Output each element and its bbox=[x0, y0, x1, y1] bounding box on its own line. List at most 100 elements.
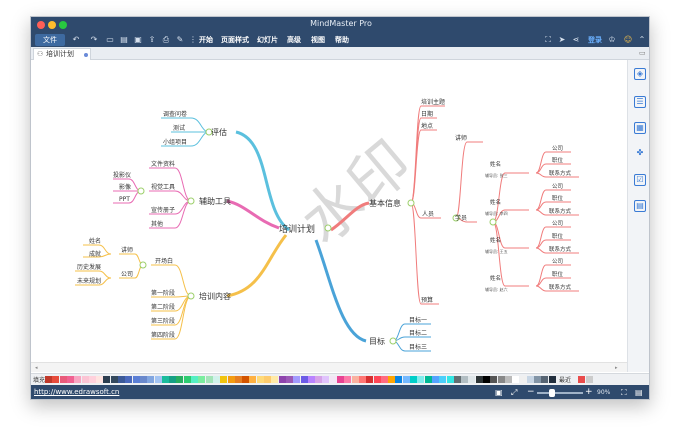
color-swatch[interactable] bbox=[183, 376, 191, 383]
color-swatch[interactable] bbox=[402, 376, 410, 383]
undo-icon[interactable]: ↶ bbox=[71, 35, 81, 45]
fit-width-icon[interactable]: ⤢ bbox=[511, 388, 517, 398]
color-swatch[interactable] bbox=[446, 376, 454, 383]
horizontal-scrollbar[interactable]: ◂ ▸ bbox=[31, 362, 627, 372]
subtopic[interactable]: 文件资料 bbox=[151, 160, 175, 168]
zoom-in-icon[interactable]: + bbox=[585, 387, 593, 397]
color-swatch[interactable] bbox=[483, 376, 490, 383]
color-swatch[interactable] bbox=[169, 376, 177, 383]
color-swatch[interactable] bbox=[103, 376, 111, 383]
clipart-icon[interactable]: ✤ bbox=[634, 148, 646, 160]
color-swatch[interactable] bbox=[388, 376, 396, 383]
color-swatch[interactable] bbox=[293, 376, 301, 383]
color-swatch[interactable] bbox=[176, 376, 184, 383]
new-file-icon[interactable]: ▭ bbox=[105, 35, 115, 45]
tab-menu-icon[interactable]: ▭ bbox=[639, 49, 646, 57]
subtopic[interactable]: 第四阶段 bbox=[151, 331, 175, 339]
color-swatch[interactable] bbox=[358, 376, 366, 383]
color-swatch[interactable] bbox=[256, 376, 264, 383]
color-swatch[interactable] bbox=[285, 376, 293, 383]
student-field[interactable]: 公司 bbox=[552, 145, 563, 152]
student-name[interactable]: 姓名 bbox=[490, 274, 501, 282]
recent-swatch[interactable] bbox=[586, 376, 593, 383]
subtopic[interactable]: 日期 bbox=[421, 110, 433, 118]
color-swatch[interactable] bbox=[468, 376, 476, 383]
zoom-out-icon[interactable]: − bbox=[527, 387, 535, 397]
topic-basic[interactable]: 基本信息 bbox=[369, 198, 401, 208]
format-icon[interactable]: ◈ bbox=[634, 68, 646, 80]
subtopic[interactable]: 其他 bbox=[151, 220, 163, 228]
subtopic[interactable]: 第二阶段 bbox=[151, 303, 175, 311]
color-swatch[interactable] bbox=[453, 376, 461, 383]
color-swatch[interactable] bbox=[417, 376, 425, 383]
topic-content[interactable]: 培训内容 bbox=[199, 291, 231, 301]
color-swatch[interactable] bbox=[81, 376, 89, 383]
color-swatch[interactable] bbox=[278, 376, 286, 383]
collapse-dot-icon[interactable] bbox=[139, 261, 147, 269]
student-field[interactable]: 职位 bbox=[552, 270, 564, 278]
subtopic[interactable]: 成就 bbox=[89, 250, 101, 258]
subtopic[interactable]: 调查问卷 bbox=[163, 110, 187, 118]
menu-view[interactable]: 视图 bbox=[311, 35, 325, 45]
subtopic[interactable]: 讲师 bbox=[121, 246, 133, 254]
collapse-dot-icon[interactable] bbox=[489, 218, 497, 226]
student-field[interactable]: 职位 bbox=[552, 156, 564, 164]
collapse-dot-icon[interactable] bbox=[407, 199, 415, 207]
color-swatch[interactable] bbox=[366, 376, 374, 383]
presentation-icon[interactable]: ▤ bbox=[635, 388, 643, 397]
outline-icon[interactable]: ☰ bbox=[634, 96, 646, 108]
subtopic[interactable]: 第三阶段 bbox=[151, 317, 175, 325]
website-link[interactable]: http://www.edrawsoft.cn bbox=[34, 388, 119, 396]
subtopic[interactable]: 目标二 bbox=[409, 329, 427, 337]
color-swatch[interactable] bbox=[249, 376, 257, 383]
color-swatch[interactable] bbox=[118, 376, 125, 383]
zoom-slider[interactable] bbox=[537, 389, 583, 397]
color-swatch[interactable] bbox=[337, 376, 344, 383]
subtopic[interactable]: 讲师 bbox=[455, 134, 467, 142]
color-swatch[interactable] bbox=[205, 376, 213, 383]
subtopic[interactable]: PPT bbox=[119, 196, 130, 203]
subtopic[interactable]: 影像 bbox=[119, 183, 131, 191]
menu-slides[interactable]: 幻灯片 bbox=[257, 35, 278, 45]
mindmap-canvas[interactable]: 水印 培训计划 评估 辅助工具 培训内容 基本信息 目标 调查问卷 测试 小组项… bbox=[31, 60, 627, 372]
color-swatch[interactable] bbox=[88, 376, 96, 383]
color-swatch[interactable] bbox=[264, 376, 271, 383]
shirt-icon[interactable]: ♔ bbox=[607, 35, 617, 45]
send-icon[interactable]: ➤ bbox=[557, 35, 567, 45]
color-swatch[interactable] bbox=[45, 376, 52, 383]
menu-help[interactable]: 帮助 bbox=[335, 35, 349, 45]
color-swatch[interactable] bbox=[212, 376, 220, 383]
topic-goals[interactable]: 目标 bbox=[369, 336, 385, 346]
color-swatch[interactable] bbox=[271, 376, 279, 383]
color-swatch[interactable] bbox=[380, 376, 388, 383]
color-swatch[interactable] bbox=[410, 376, 417, 383]
scroll-right-icon[interactable]: ▸ bbox=[615, 365, 619, 371]
fullscreen-mode-icon[interactable]: ⛶ bbox=[621, 388, 627, 398]
color-swatch[interactable] bbox=[74, 376, 82, 383]
subtopic[interactable]: 公司 bbox=[121, 271, 133, 278]
color-swatch[interactable] bbox=[242, 376, 250, 383]
student-field[interactable]: 公司 bbox=[552, 220, 563, 227]
color-swatch[interactable] bbox=[431, 376, 439, 383]
student-field[interactable]: 职位 bbox=[552, 232, 564, 240]
emoji-icon[interactable]: ☺ bbox=[623, 35, 633, 45]
color-swatch[interactable] bbox=[139, 376, 147, 383]
color-swatch[interactable] bbox=[475, 376, 483, 383]
subtopic[interactable]: 历史发展 bbox=[77, 263, 101, 271]
collapse-dot-icon[interactable] bbox=[187, 292, 195, 300]
color-swatch[interactable] bbox=[96, 376, 104, 383]
subtopic[interactable]: 测试 bbox=[173, 124, 185, 132]
task-icon[interactable]: ☑ bbox=[634, 174, 646, 186]
scroll-left-icon[interactable]: ◂ bbox=[35, 365, 39, 371]
subtopic[interactable]: 投影仪 bbox=[113, 171, 131, 179]
subtopic[interactable]: 学员 bbox=[455, 214, 467, 222]
color-swatch[interactable] bbox=[344, 376, 352, 383]
more-icon[interactable]: ⋮ bbox=[188, 35, 198, 45]
subtopic[interactable]: 地点 bbox=[421, 122, 433, 130]
subtopic[interactable]: 开场白 bbox=[155, 257, 173, 265]
color-swatch[interactable] bbox=[395, 376, 403, 383]
student-name[interactable]: 姓名 bbox=[490, 236, 501, 244]
recent-swatch[interactable] bbox=[578, 376, 585, 383]
color-swatch[interactable] bbox=[154, 376, 162, 383]
file-menu-button[interactable]: 文件 bbox=[35, 34, 65, 46]
